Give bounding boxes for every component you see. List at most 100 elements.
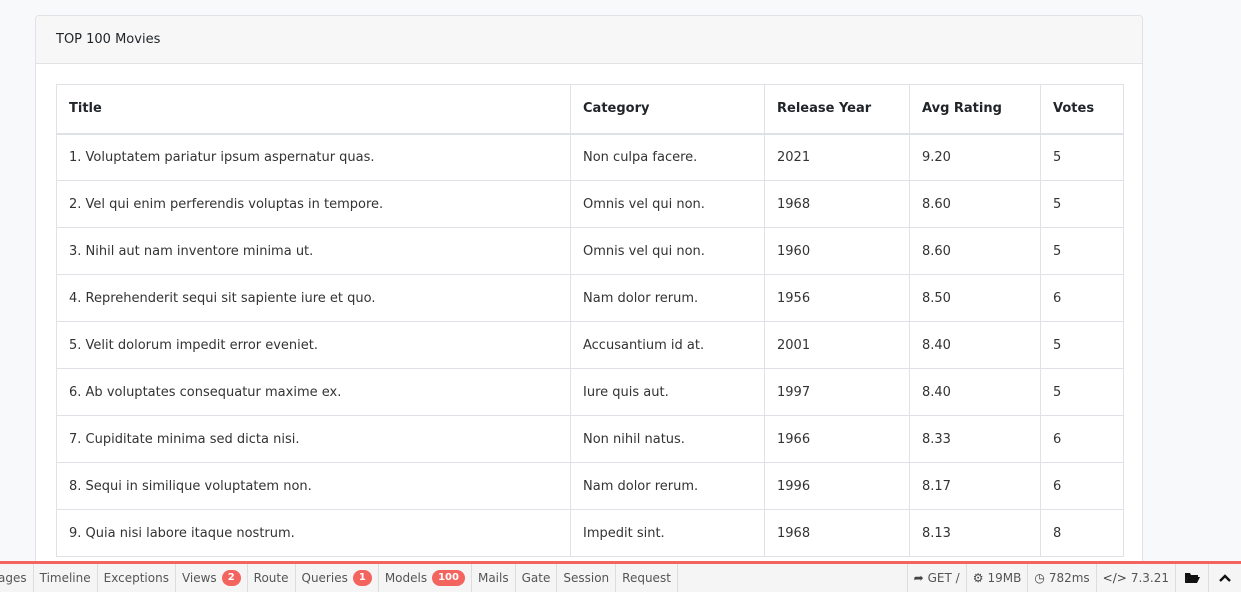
share-icon: ➦ xyxy=(913,571,924,585)
cell-category: Non culpa facere. xyxy=(570,133,765,181)
column-header-votes: Votes xyxy=(1040,84,1124,135)
table-row: 8. Sequi in similique voluptatem non. Nam… xyxy=(56,462,1124,510)
cell-release-year: 1997 xyxy=(764,368,910,416)
debug-bar: ages Timeline Exceptions Views 2 Route Queries… xyxy=(0,561,1241,592)
column-header-release-year: Release Year xyxy=(764,84,910,135)
debugbar-tab-exceptions[interactable]: Exceptions xyxy=(98,564,176,592)
cell-release-year: 1968 xyxy=(764,180,910,228)
cell-avg-rating: 8.60 xyxy=(909,227,1041,275)
debugbar-tab-gate[interactable]: Gate xyxy=(516,564,558,592)
clock-icon: ◷ xyxy=(1034,571,1045,585)
debugbar-tab-label: Route xyxy=(253,571,289,585)
cell-title: 7. Cupiditate minima sed dicta nisi. xyxy=(56,415,571,463)
table-row: 4. Reprehenderit sequi sit sapiente iure… xyxy=(56,274,1124,322)
cell-avg-rating: 8.33 xyxy=(909,415,1041,463)
count-badge: 2 xyxy=(221,570,241,586)
count-badge: 1 xyxy=(352,570,372,586)
cell-title: 6. Ab voluptates consequatur maxime ex. xyxy=(56,368,571,416)
cell-votes: 8 xyxy=(1040,509,1124,557)
column-header-avg-rating: Avg Rating xyxy=(909,84,1041,135)
php-version: </> 7.3.21 xyxy=(1095,564,1175,592)
cell-release-year: 1996 xyxy=(764,462,910,510)
cell-category: Accusantium id at. xyxy=(570,321,765,369)
cell-title: 3. Nihil aut nam inventore minima ut. xyxy=(56,227,571,275)
debug-bar-tabs: ages Timeline Exceptions Views 2 Route Queries… xyxy=(0,564,907,592)
top-movies-card: TOP 100 Movies Title Category Release Ye… xyxy=(35,15,1143,575)
debugbar-tab-label: Queries xyxy=(301,571,348,585)
debugbar-tab-label: Gate xyxy=(521,571,551,585)
cell-votes: 6 xyxy=(1040,274,1124,322)
debugbar-tab-label: ages xyxy=(0,571,27,585)
cell-release-year: 1956 xyxy=(764,274,910,322)
movies-table-wrapper: Title Category Release Year Avg Rating V… xyxy=(56,84,1124,557)
column-header-title: Title xyxy=(56,84,571,135)
cell-avg-rating: 8.17 xyxy=(909,462,1041,510)
debugbar-tab-session[interactable]: Session xyxy=(557,564,617,592)
cell-category: Omnis vel qui non. xyxy=(570,180,765,228)
cell-avg-rating: 8.40 xyxy=(909,321,1041,369)
count-badge: 100 xyxy=(432,570,465,586)
cell-avg-rating: 8.50 xyxy=(909,274,1041,322)
debugbar-tab-mails[interactable]: Mails xyxy=(472,564,516,592)
debugbar-tab-models[interactable]: Models 100 xyxy=(379,564,472,592)
table-row: 7. Cupiditate minima sed dicta nisi. Non … xyxy=(56,415,1124,463)
toggle-debugbar-button[interactable] xyxy=(1208,564,1241,592)
request-method-label: GET / xyxy=(927,571,960,585)
cell-votes: 5 xyxy=(1040,227,1124,275)
debug-bar-status: ➦ GET / ⚙ 19MB ◷ 782ms </> 7.3.21 xyxy=(906,564,1241,592)
debugbar-tab-request[interactable]: Request xyxy=(616,564,678,592)
request-duration-label: 782ms xyxy=(1048,571,1090,585)
cell-avg-rating: 8.13 xyxy=(909,509,1041,557)
chevron-up-icon xyxy=(1219,574,1231,582)
cell-avg-rating: 9.20 xyxy=(909,133,1041,181)
debugbar-tab-label: Models xyxy=(384,571,428,585)
memory-usage-label: 19MB xyxy=(987,571,1022,585)
request-duration[interactable]: ◷ 782ms xyxy=(1027,564,1095,592)
open-folder-button[interactable] xyxy=(1175,564,1208,592)
cell-category: Impedit sint. xyxy=(570,509,765,557)
cell-category: Iure quis aut. xyxy=(570,368,765,416)
debugbar-tab-ages[interactable]: ages xyxy=(0,564,34,592)
cogs-icon: ⚙ xyxy=(972,571,984,585)
card-header: TOP 100 Movies xyxy=(36,16,1142,64)
request-method[interactable]: ➦ GET / xyxy=(906,564,966,592)
cell-release-year: 1966 xyxy=(764,415,910,463)
table-row: 1. Voluptatem pariatur ipsum aspernatur … xyxy=(56,133,1124,181)
cell-title: 5. Velit dolorum impedit error eveniet. xyxy=(56,321,571,369)
cell-title: 4. Reprehenderit sequi sit sapiente iure… xyxy=(56,274,571,322)
cell-release-year: 1968 xyxy=(764,509,910,557)
cell-votes: 5 xyxy=(1040,180,1124,228)
column-header-category: Category xyxy=(570,84,765,135)
debugbar-tab-label: Views xyxy=(181,571,217,585)
cell-release-year: 2001 xyxy=(764,321,910,369)
debugbar-tab-timeline[interactable]: Timeline xyxy=(34,564,98,592)
debugbar-tab-views[interactable]: Views 2 xyxy=(176,564,248,592)
table-row: 3. Nihil aut nam inventore minima ut. Omn… xyxy=(56,227,1124,275)
cell-votes: 5 xyxy=(1040,133,1124,181)
card-title: TOP 100 Movies xyxy=(56,32,161,47)
cell-votes: 6 xyxy=(1040,462,1124,510)
debugbar-tab-label: Timeline xyxy=(39,571,91,585)
cell-title: 1. Voluptatem pariatur ipsum aspernatur … xyxy=(56,133,571,181)
cell-title: 9. Quia nisi labore itaque nostrum. xyxy=(56,509,571,557)
memory-usage: ⚙ 19MB xyxy=(965,564,1028,592)
table-row: 6. Ab voluptates consequatur maxime ex. I… xyxy=(56,368,1124,416)
cell-title: 8. Sequi in similique voluptatem non. xyxy=(56,462,571,510)
cell-release-year: 2021 xyxy=(764,133,910,181)
cell-category: Nam dolor rerum. xyxy=(570,462,765,510)
cell-avg-rating: 8.60 xyxy=(909,180,1041,228)
debugbar-tab-label: Exceptions xyxy=(103,571,169,585)
table-header-row: Title Category Release Year Avg Rating V… xyxy=(56,84,1124,135)
cell-avg-rating: 8.40 xyxy=(909,368,1041,416)
table-row: 2. Vel qui enim perferendis voluptas in … xyxy=(56,180,1124,228)
debugbar-tab-route[interactable]: Route xyxy=(248,564,296,592)
table-row: 9. Quia nisi labore itaque nostrum. Imped… xyxy=(56,509,1124,557)
php-version-label: 7.3.21 xyxy=(1130,571,1169,585)
code-icon: </> xyxy=(1102,571,1127,585)
debugbar-tab-queries[interactable]: Queries 1 xyxy=(296,564,379,592)
debugbar-tab-label: Mails xyxy=(477,571,509,585)
folder-open-icon xyxy=(1185,573,1200,583)
cell-votes: 5 xyxy=(1040,368,1124,416)
cell-title: 2. Vel qui enim perferendis voluptas in … xyxy=(56,180,571,228)
cell-category: Nam dolor rerum. xyxy=(570,274,765,322)
